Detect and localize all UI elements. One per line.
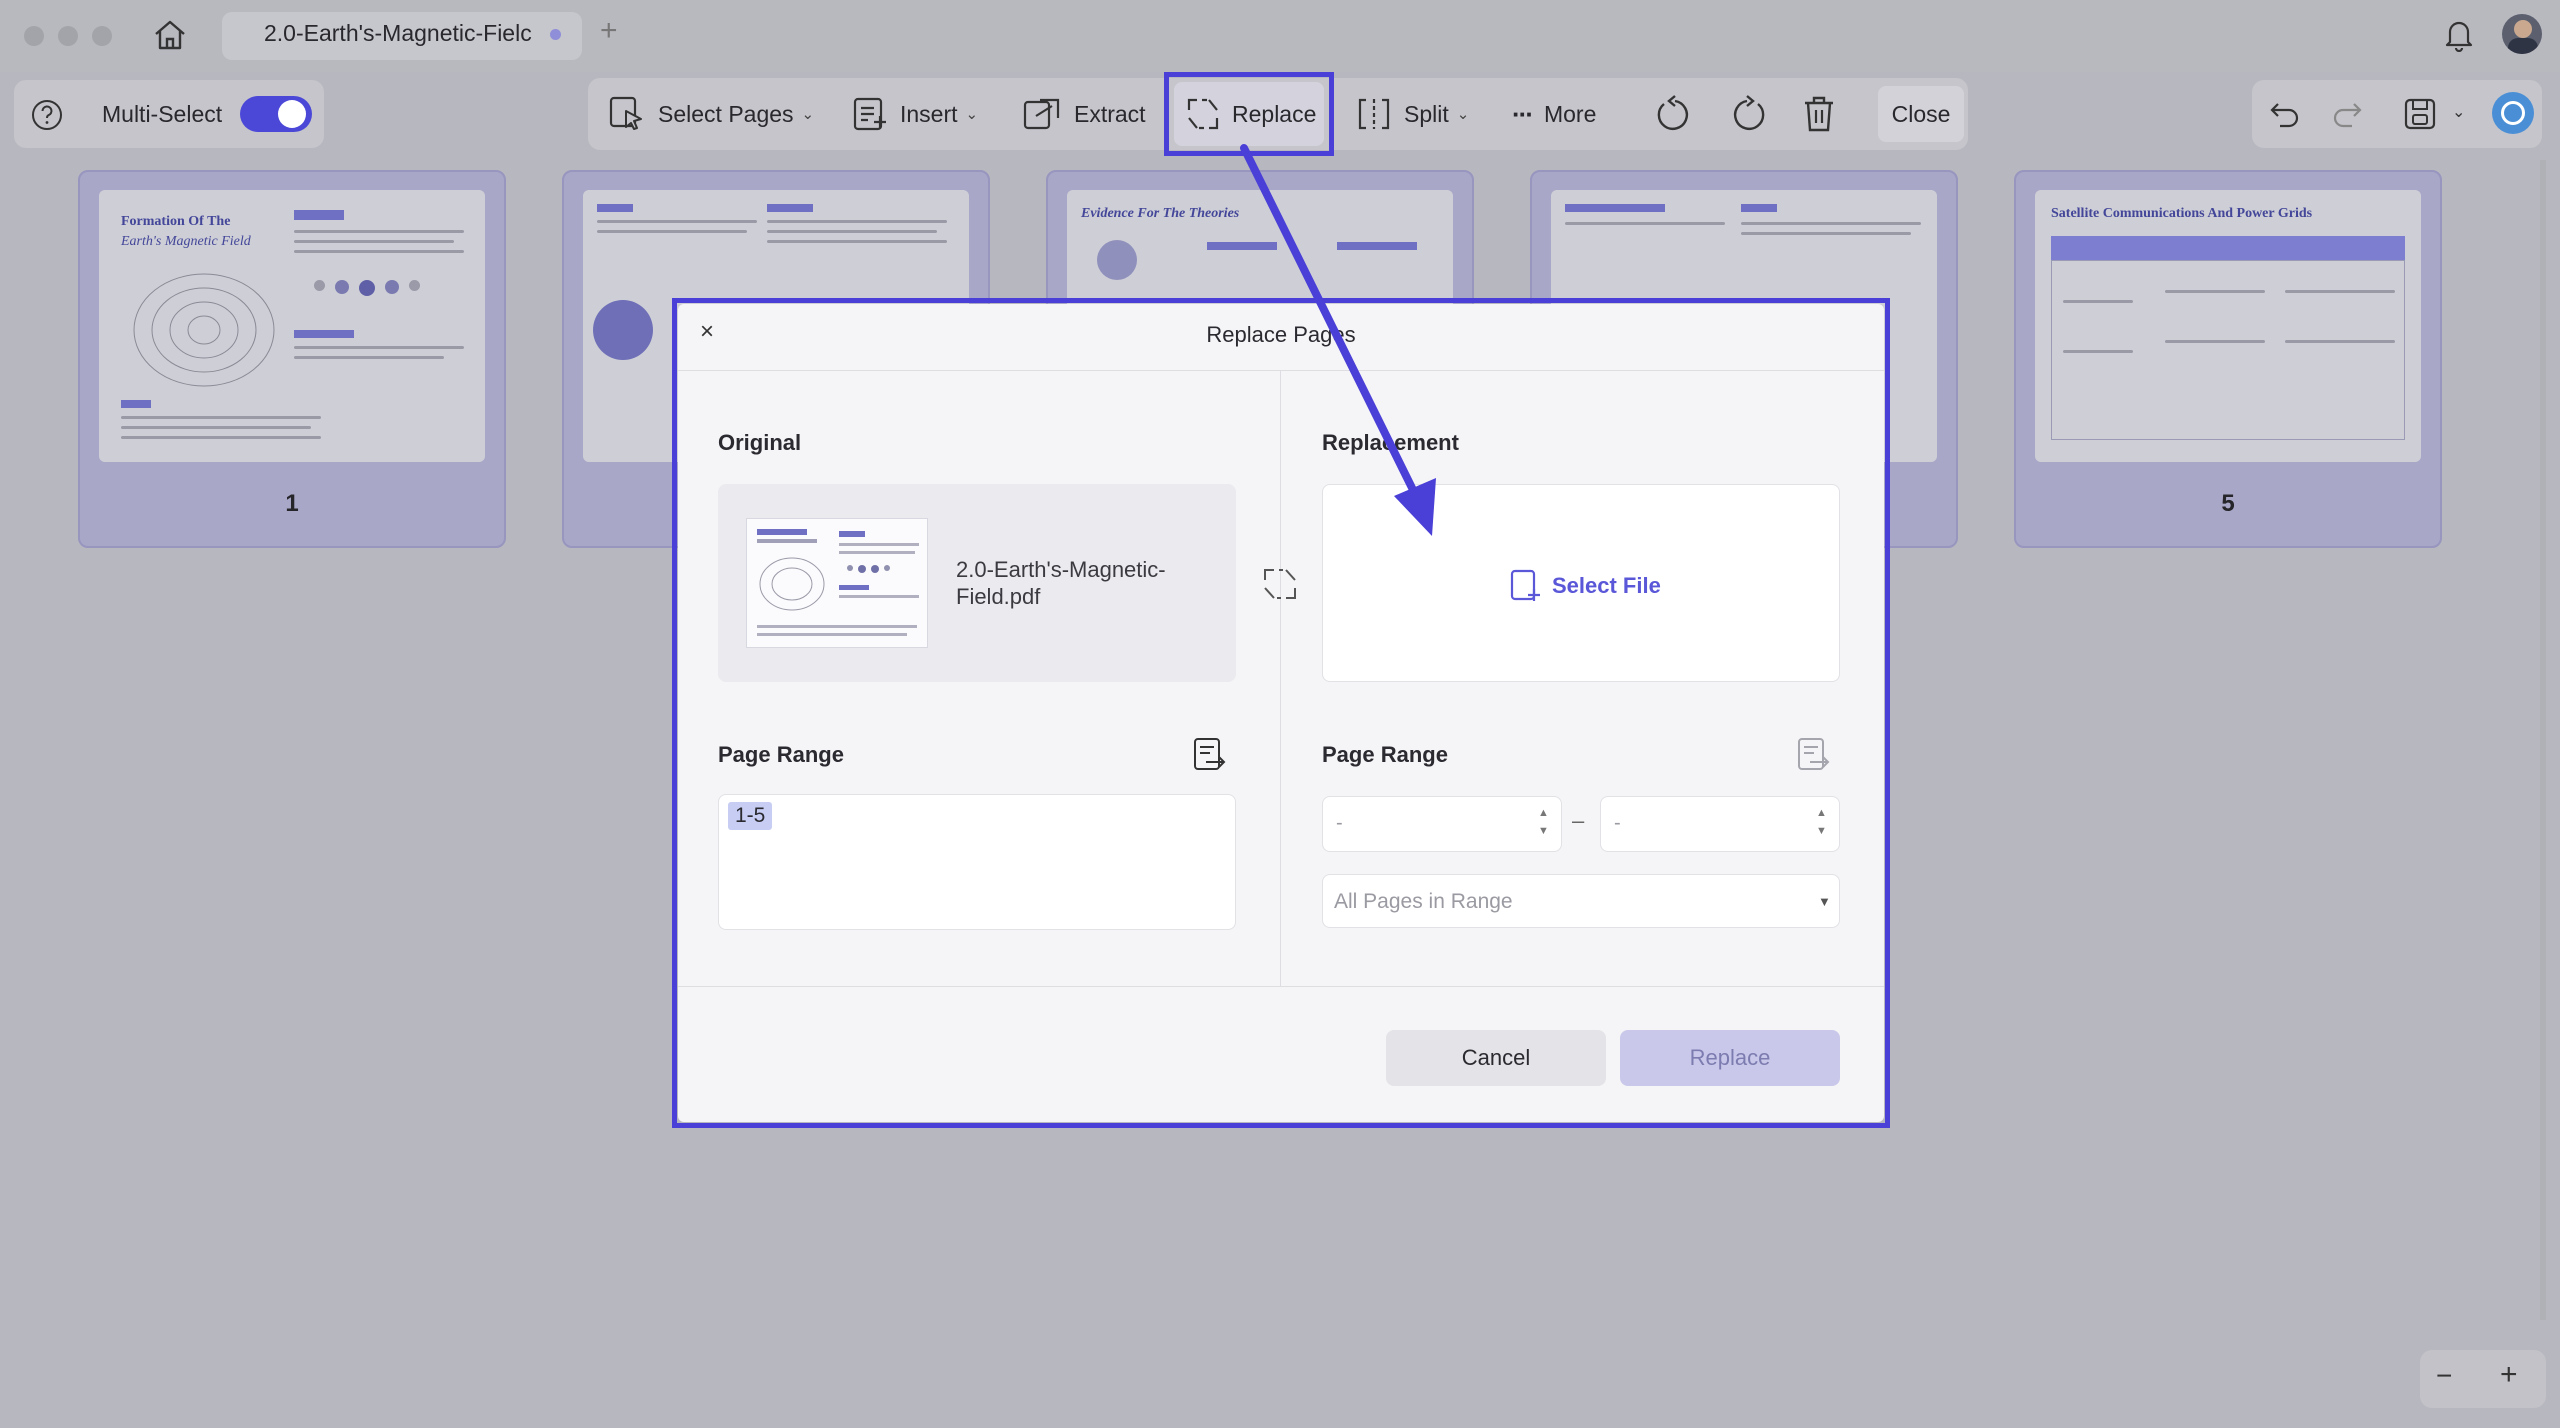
page-1-title: Formation Of The <box>121 214 231 229</box>
select-pages-label: Select Pages <box>658 100 794 127</box>
help-icon[interactable] <box>30 98 64 137</box>
user-avatar[interactable] <box>2502 14 2542 54</box>
page-5-table-header <box>2051 236 2405 260</box>
multi-select-label: Multi-Select <box>102 101 223 127</box>
extract-button[interactable]: Extract <box>1022 86 1146 142</box>
more-label: More <box>1543 100 1597 127</box>
trash-icon[interactable] <box>1802 94 1836 139</box>
ai-assistant-icon[interactable] <box>2492 92 2534 134</box>
dialog-highlight-box <box>672 298 1890 1128</box>
insert-label: Insert <box>900 100 958 127</box>
select-pages-icon <box>609 96 642 130</box>
rotate-left-icon[interactable] <box>1656 94 1694 139</box>
insert-icon <box>853 97 886 131</box>
window-zoom-button[interactable] <box>92 26 112 46</box>
page-number-5: 5 <box>2221 490 2235 517</box>
save-options-chevron-icon[interactable]: ⌄ <box>2452 102 2465 122</box>
close-page-mode-button[interactable]: Close <box>1878 86 1964 142</box>
chevron-down-icon: ⌄ <box>801 106 815 123</box>
zoom-in-button[interactable]: + <box>2500 1358 2518 1392</box>
more-dots-icon: ··· <box>1512 98 1534 129</box>
window-minimize-button[interactable] <box>58 26 78 46</box>
rotate-right-icon[interactable] <box>1728 94 1766 139</box>
undo-icon[interactable] <box>2268 98 2302 135</box>
vertical-scrollbar[interactable] <box>2540 160 2546 1320</box>
replace-highlight-box <box>1164 72 1334 156</box>
more-button[interactable]: ··· More <box>1512 86 1596 142</box>
page-preview-1: Formation Of The Earth's Magnetic Field <box>99 190 485 462</box>
redo-icon[interactable] <box>2330 98 2364 135</box>
insert-button[interactable]: Insert ⌄ <box>852 86 978 142</box>
split-button[interactable]: Split ⌄ <box>1356 86 1469 142</box>
split-label: Split <box>1404 100 1449 127</box>
tab-title: 2.0-Earth's-Magnetic-Fielc <box>264 20 532 46</box>
chevron-down-icon: ⌄ <box>965 106 979 123</box>
page-3-title: Evidence For The Theories <box>1081 206 1240 221</box>
toggle-knob <box>278 100 306 128</box>
select-pages-button[interactable]: Select Pages ⌄ <box>608 86 814 142</box>
page-5-title: Satellite Communications And Power Grids <box>2051 206 2313 221</box>
bell-icon[interactable] <box>2444 18 2474 57</box>
new-tab-button[interactable]: + <box>600 14 618 48</box>
extract-icon <box>1023 98 1060 130</box>
chevron-down-icon: ⌄ <box>1456 106 1470 123</box>
home-icon[interactable] <box>152 18 188 57</box>
page-number-1: 1 <box>285 490 299 517</box>
page-preview-5: Satellite Communications And Power Grids <box>2035 190 2421 462</box>
page-1-subtitle: Earth's Magnetic Field <box>121 234 251 249</box>
magnetic-field-diagram <box>133 273 275 387</box>
zoom-out-button[interactable]: − <box>2436 1360 2452 1392</box>
extract-label: Extract <box>1074 100 1146 127</box>
save-icon[interactable] <box>2402 96 2438 137</box>
unsaved-dot-icon <box>550 29 561 40</box>
split-icon <box>1358 98 1390 130</box>
window-close-button[interactable] <box>24 26 44 46</box>
